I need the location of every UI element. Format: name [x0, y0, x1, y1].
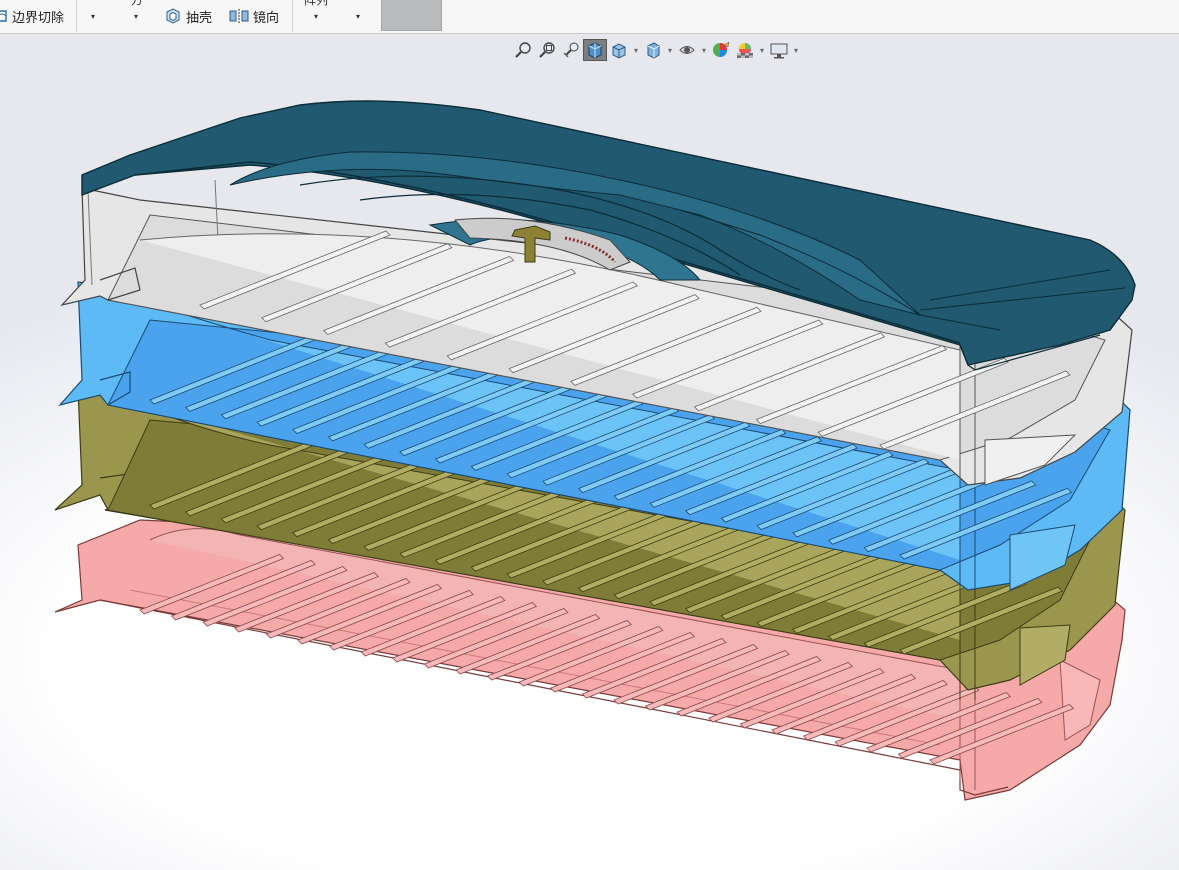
stacked-tray-section-model[interactable] [0, 34, 1179, 870]
mirror-label: 镜向 [253, 10, 280, 26]
shell-label: 抽壳 [186, 10, 213, 26]
ribbon-highlight-block [381, 0, 442, 31]
graphics-area[interactable]: ▾ ▾ ▾ ▾ ▾ [0, 34, 1179, 870]
boundary-cut-label: 边界切除 [12, 10, 65, 26]
ribbon-partial-label: 方 [131, 0, 144, 7]
ribbon-partial-label-2: 阵列 [304, 0, 329, 7]
ribbon-dropdown-1[interactable]: ▾ [91, 12, 95, 21]
ribbon-dropdown-4[interactable]: ▾ [356, 12, 360, 21]
ribbon-separator [76, 0, 77, 32]
ribbon-dropdown-3[interactable]: ▾ [314, 12, 318, 21]
boundary-cut-button[interactable]: 边界切除 [0, 6, 64, 26]
ribbon-dropdown-2[interactable]: ▾ [134, 12, 138, 21]
ribbon-separator [292, 0, 293, 32]
shell-button[interactable]: 抽壳 [164, 6, 212, 26]
shell-icon [166, 8, 180, 24]
command-manager-ribbon: 边界切除 方 ▾ ▾ 抽壳 镜向 阵列 ▾ ▾ [0, 0, 1179, 34]
mirror-icon [229, 9, 249, 23]
mirror-button[interactable]: 镜向 [229, 6, 279, 26]
boundary-cut-icon [0, 10, 7, 22]
